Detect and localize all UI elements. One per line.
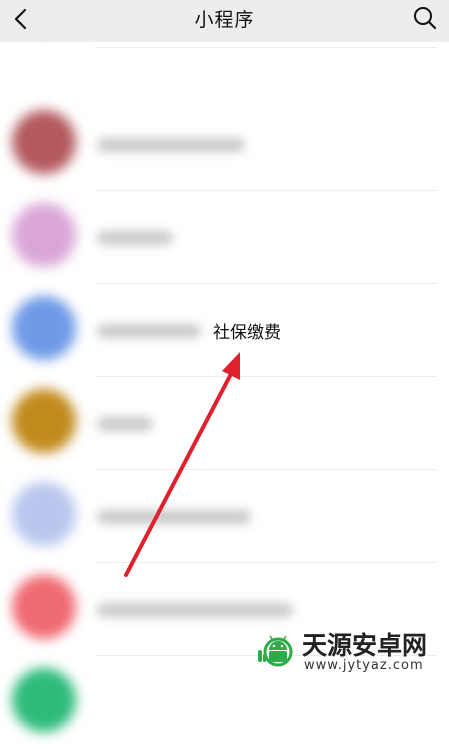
list-item-title-blurred (97, 231, 173, 245)
list-item-title-blurred (97, 417, 153, 431)
divider (95, 47, 437, 48)
mini-program-avatar (12, 482, 76, 546)
watermark-title: 天源安卓网 (302, 631, 428, 660)
annotation-label-text: 社保缴费 (213, 323, 281, 343)
mini-program-avatar (12, 203, 76, 267)
mini-program-avatar (12, 110, 76, 174)
search-icon[interactable] (411, 4, 439, 32)
list-item-title-blurred (97, 138, 245, 152)
list-item[interactable] (0, 98, 449, 191)
mini-program-avatar (12, 296, 76, 360)
mini-program-avatar (12, 389, 76, 453)
android-logo-icon (258, 635, 293, 667)
navigation-bar: 小程序 (0, 0, 449, 42)
page-title: 小程序 (194, 9, 255, 31)
list-item-title-blurred (97, 603, 293, 617)
mini-program-avatar (12, 575, 76, 639)
list-item[interactable] (0, 377, 449, 470)
watermark-url: www.jytyaz.com (304, 658, 424, 673)
list-item-title-blurred (97, 324, 201, 338)
list-item-title-blurred (97, 510, 251, 524)
list-item[interactable] (0, 191, 449, 284)
annotation-label: 社保缴费 (209, 306, 293, 348)
list-item[interactable] (0, 470, 449, 563)
site-watermark: 天源安卓网 www.jytyaz.com (250, 620, 449, 677)
mini-program-avatar (12, 668, 76, 732)
